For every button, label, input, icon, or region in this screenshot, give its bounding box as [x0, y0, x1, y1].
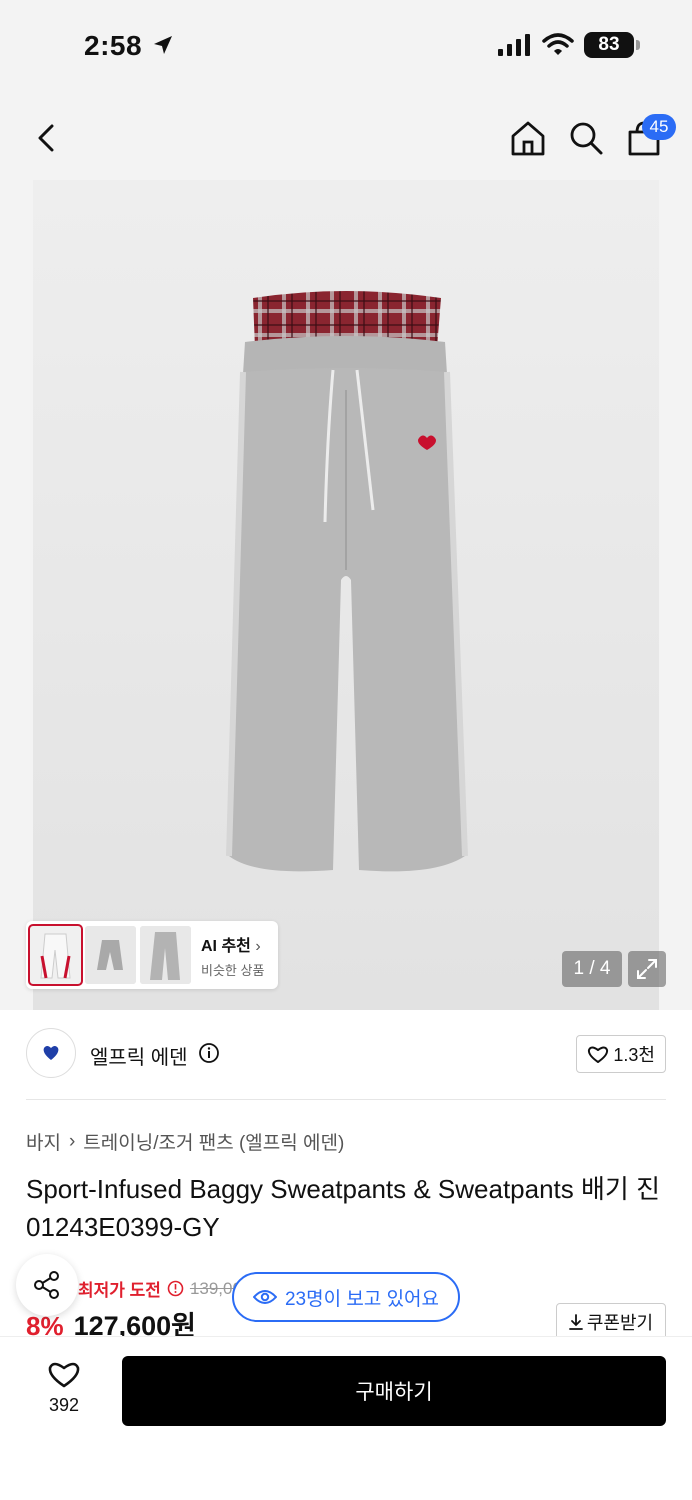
divider: [26, 1099, 666, 1100]
brand-row: 엘프릭 에덴 1.3천: [26, 1028, 666, 1080]
wishlist-count: 392: [48, 1395, 80, 1415]
chevron-right-icon: ›: [68, 1130, 76, 1152]
buy-button[interactable]: 구매하기: [122, 1356, 666, 1426]
lowest-price-label: 최저가 도전: [78, 1281, 161, 1300]
expand-image-button[interactable]: [628, 951, 666, 987]
thumbnail-1[interactable]: [28, 924, 83, 986]
heart-icon: [48, 1362, 80, 1388]
viewers-text: 23명이 보고 있어요: [284, 1288, 440, 1310]
share-button[interactable]: [16, 1254, 78, 1316]
image-page-indicator: 1 / 4: [562, 951, 622, 987]
top-nav-bar: 45: [0, 96, 692, 180]
heart-icon: [588, 1046, 609, 1063]
info-circle-icon[interactable]: [167, 1280, 184, 1297]
eye-icon: [252, 1290, 277, 1304]
breadcrumb: 바지 › 트레이닝/조거 팬츠 (엘프릭 에덴): [26, 1128, 344, 1155]
share-icon: [34, 1271, 59, 1299]
brand-name[interactable]: 엘프릭 에덴: [90, 1041, 188, 1070]
status-indicators: 83: [498, 32, 640, 58]
info-icon[interactable]: [198, 1042, 220, 1064]
back-icon[interactable]: [30, 118, 66, 158]
ai-recommendation[interactable]: AI 추천 › 비슷한 상품: [201, 932, 264, 979]
brand-like-count: 1.3천: [613, 1045, 655, 1065]
home-icon[interactable]: [508, 118, 548, 158]
ai-recommend-subtitle: 비슷한 상품: [201, 962, 265, 978]
price-label-row: 최저가 도전 139,00: [78, 1276, 242, 1301]
ai-recommend-title: AI 추천: [201, 937, 251, 955]
product-gallery[interactable]: AI 추천 › 비슷한 상품 1 / 4: [0, 180, 692, 1010]
thumbnail-3[interactable]: [140, 926, 191, 984]
wifi-icon: [542, 33, 574, 55]
bottom-action-bar: 392 구매하기: [0, 1336, 692, 1500]
download-icon: [568, 1314, 583, 1330]
status-bar: 2:58 83: [0, 0, 692, 96]
battery-indicator: 83: [584, 32, 640, 58]
product-title: Sport-Infused Baggy Sweatpants & Sweatpa…: [26, 1174, 660, 1242]
expand-icon: [637, 959, 657, 979]
signal-icon: [498, 34, 530, 56]
cart-count-badge: 45: [642, 114, 676, 140]
wishlist-button[interactable]: 392: [34, 1359, 94, 1416]
status-time: 2:58: [84, 30, 143, 61]
brand-heart-icon: [43, 1046, 59, 1060]
sweatpants-illustration: [226, 291, 468, 872]
thumbnail-2[interactable]: [85, 926, 136, 984]
breadcrumb-subcategory[interactable]: 트레이닝/조거 팬츠 (엘프릭 에덴): [83, 1128, 344, 1155]
product-image[interactable]: [33, 180, 659, 1010]
coupon-label: 쿠폰받기: [586, 1313, 654, 1333]
brand-like-button[interactable]: 1.3천: [576, 1035, 666, 1073]
breadcrumb-category[interactable]: 바지: [26, 1128, 61, 1155]
viewers-indicator: 23명이 보고 있어요: [232, 1272, 460, 1322]
chevron-right-icon: ›: [255, 937, 261, 955]
location-arrow-icon: [154, 36, 172, 54]
similar-products-strip[interactable]: AI 추천 › 비슷한 상품: [26, 921, 278, 989]
search-icon[interactable]: [566, 118, 606, 158]
brand-logo[interactable]: [26, 1028, 76, 1078]
